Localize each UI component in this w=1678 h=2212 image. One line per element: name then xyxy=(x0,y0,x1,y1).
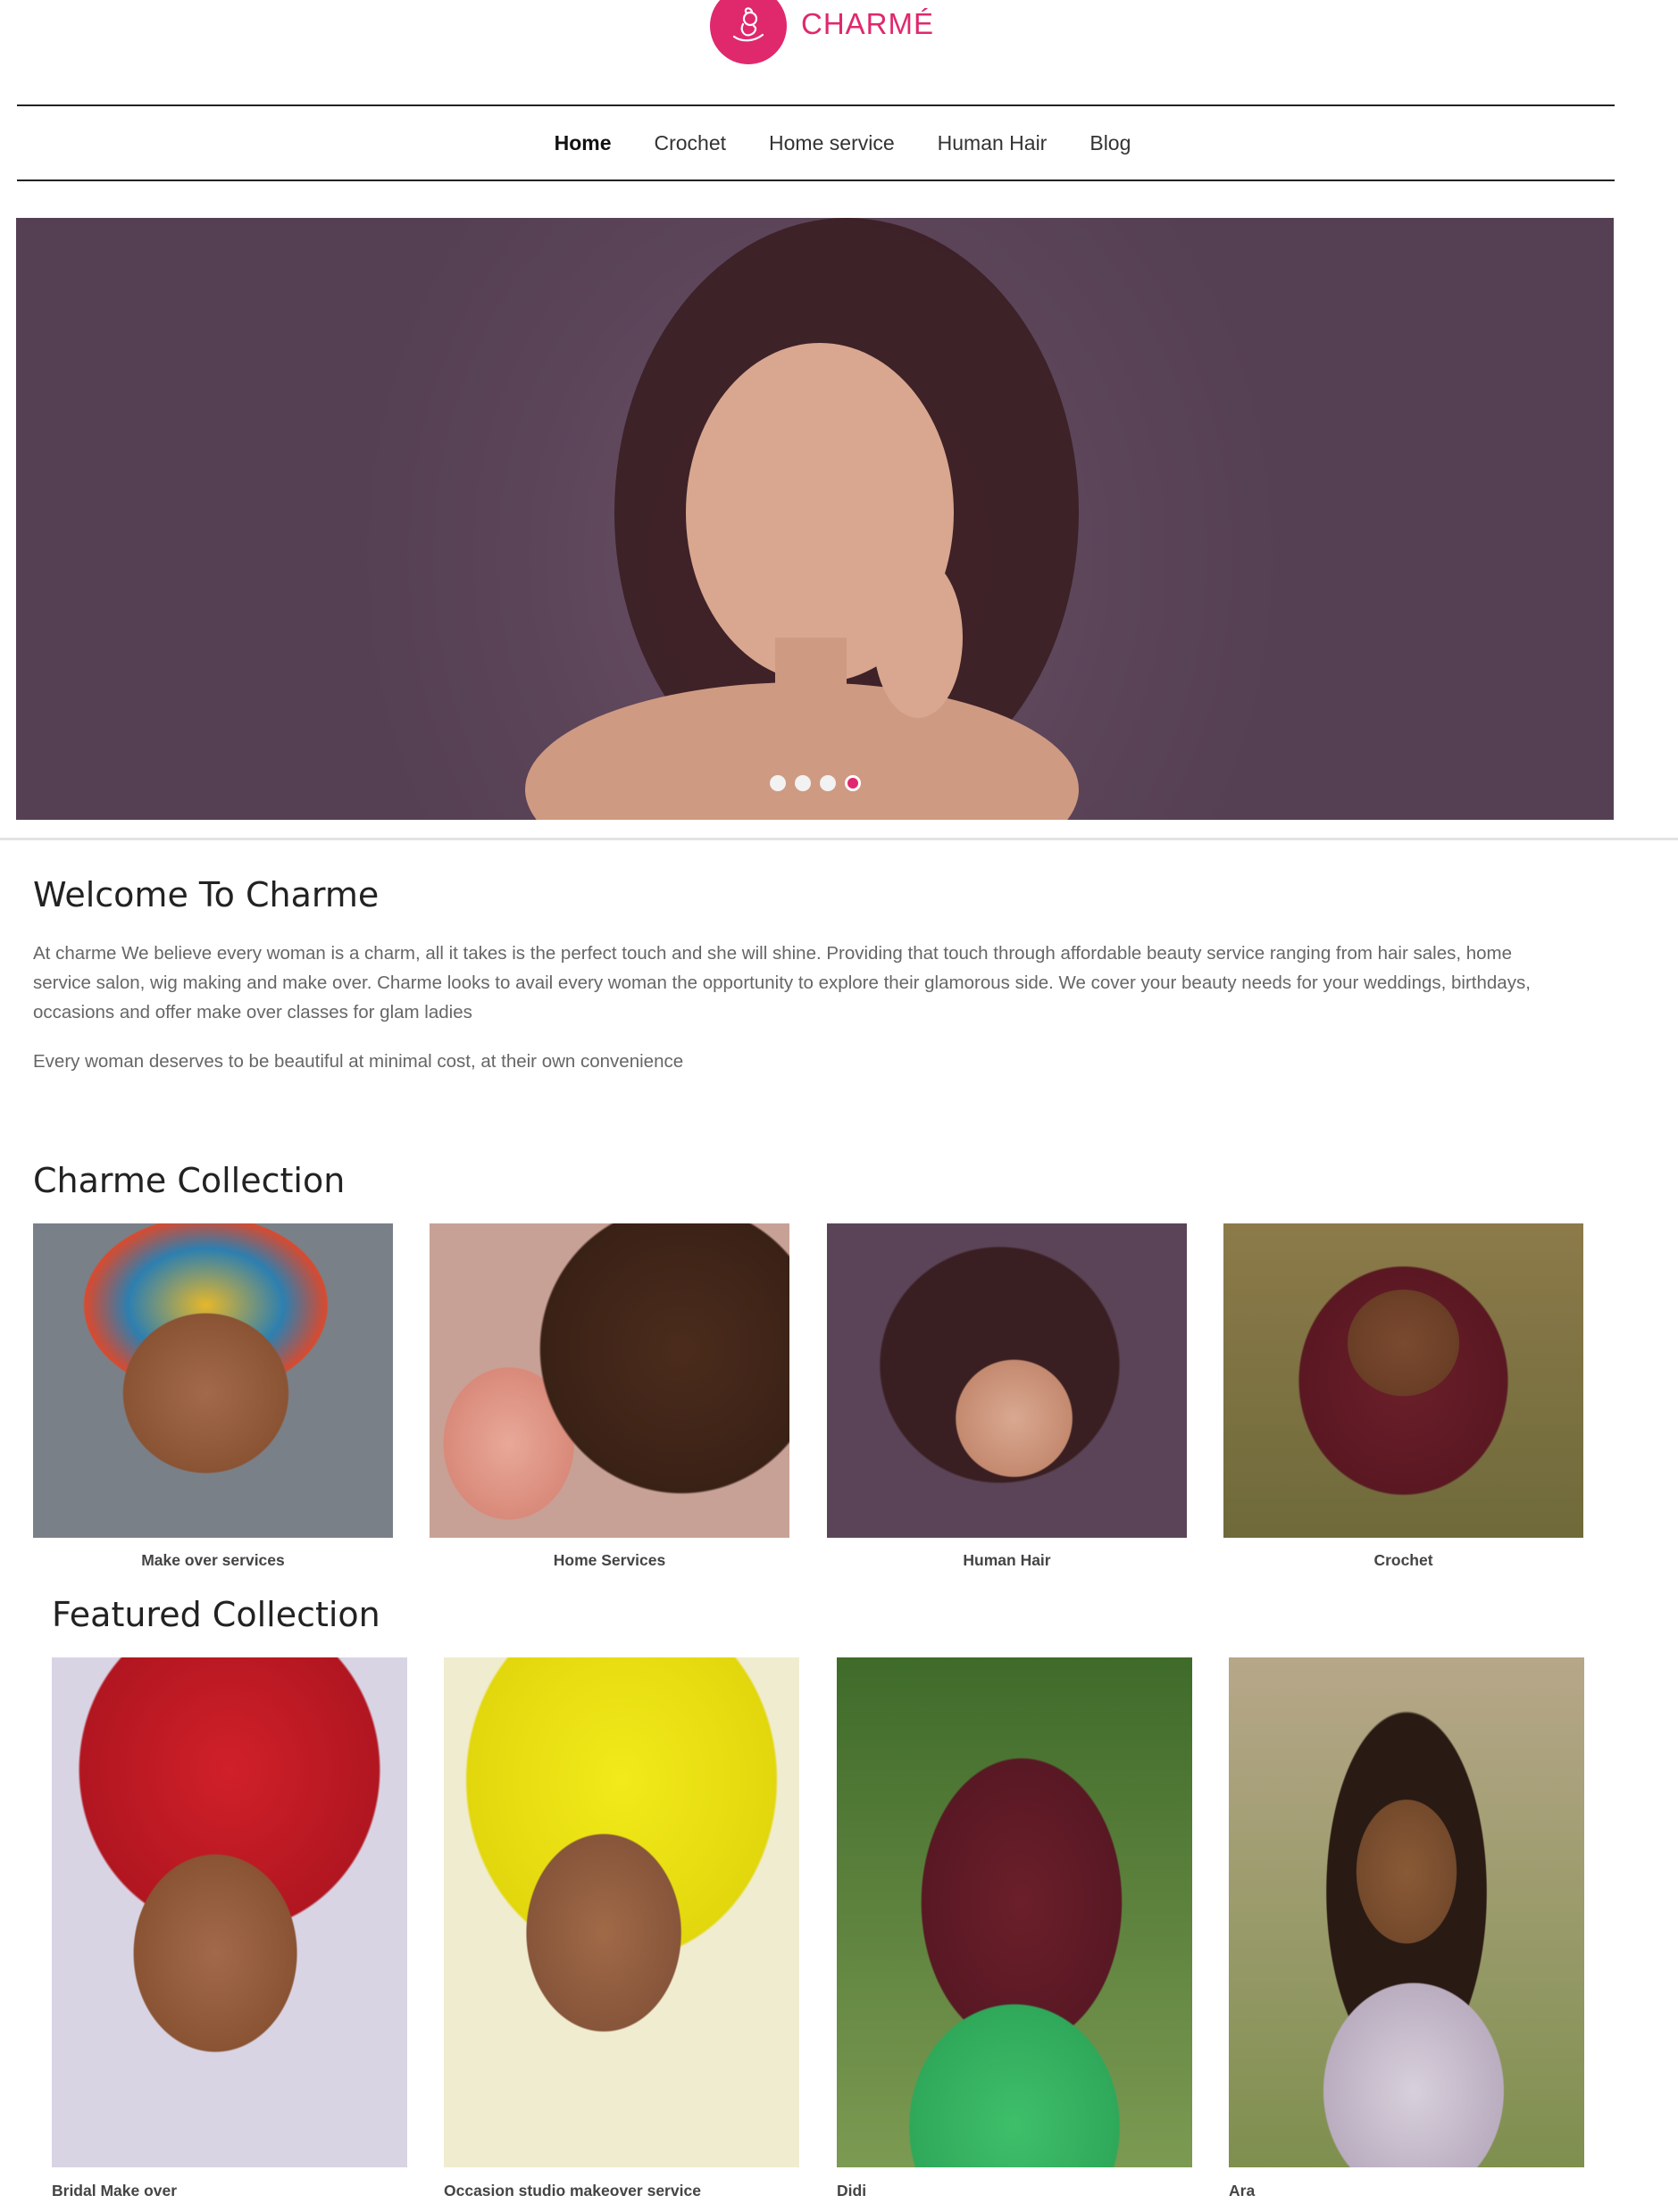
collection-item-human-hair-image[interactable] xyxy=(827,1223,1187,1538)
hero-slider[interactable] xyxy=(16,218,1614,820)
slider-dot-1[interactable] xyxy=(770,775,786,791)
brand-name: CHARMÉ xyxy=(801,7,935,40)
brand-logo[interactable]: CHARMÉ xyxy=(710,0,951,64)
nav-item-blog[interactable]: Blog xyxy=(1068,131,1152,155)
welcome-paragraph-1: At charme We believe every woman is a ch… xyxy=(33,943,1531,1023)
collection-item-home-services-label[interactable]: Home Services xyxy=(430,1551,789,1570)
featured-item-didi-image[interactable] xyxy=(837,1657,1192,2167)
nav-bottom-divider xyxy=(17,179,1615,181)
woman-flower-logo-icon xyxy=(710,0,787,64)
nav-item-home-service[interactable]: Home service xyxy=(747,131,916,155)
featured-item-bridal-image[interactable] xyxy=(52,1657,407,2167)
slider-dot-3[interactable] xyxy=(820,775,836,791)
collection-item-home-services-image[interactable] xyxy=(430,1223,789,1538)
featured-title: Featured Collection xyxy=(52,1595,380,1634)
collection-item-crochet-image[interactable] xyxy=(1223,1223,1583,1538)
hero-image xyxy=(16,218,1614,820)
nav-item-crochet[interactable]: Crochet xyxy=(632,131,747,155)
featured-item-didi-label[interactable]: Didi xyxy=(837,2182,866,2200)
featured-item-occasion-label[interactable]: Occasion studio makeover service xyxy=(444,2182,701,2200)
slider-dot-4[interactable] xyxy=(845,775,861,791)
welcome-title: Welcome To Charme xyxy=(33,875,380,914)
featured-item-occasion-image[interactable] xyxy=(444,1657,799,2167)
main-nav: Home Crochet Home service Human Hair Blo… xyxy=(17,107,1615,179)
collection-item-makeover-image[interactable] xyxy=(33,1223,393,1538)
collection-item-crochet-label[interactable]: Crochet xyxy=(1223,1551,1583,1570)
nav-item-home[interactable]: Home xyxy=(533,131,633,155)
collection-item-makeover-label[interactable]: Make over services xyxy=(33,1551,393,1570)
featured-item-ara-image[interactable] xyxy=(1229,1657,1584,2167)
collection-title: Charme Collection xyxy=(33,1161,346,1200)
collection-item-human-hair-label[interactable]: Human Hair xyxy=(827,1551,1187,1570)
nav-item-human-hair[interactable]: Human Hair xyxy=(916,131,1069,155)
welcome-paragraph-2: Every woman deserves to be beautiful at … xyxy=(33,1051,684,1072)
section-divider xyxy=(0,838,1678,840)
slider-dot-2[interactable] xyxy=(795,775,811,791)
featured-item-ara-label[interactable]: Ara xyxy=(1229,2182,1255,2200)
nav-top-divider xyxy=(17,104,1615,106)
featured-item-bridal-label[interactable]: Bridal Make over xyxy=(52,2182,177,2200)
slider-dots xyxy=(770,775,861,791)
